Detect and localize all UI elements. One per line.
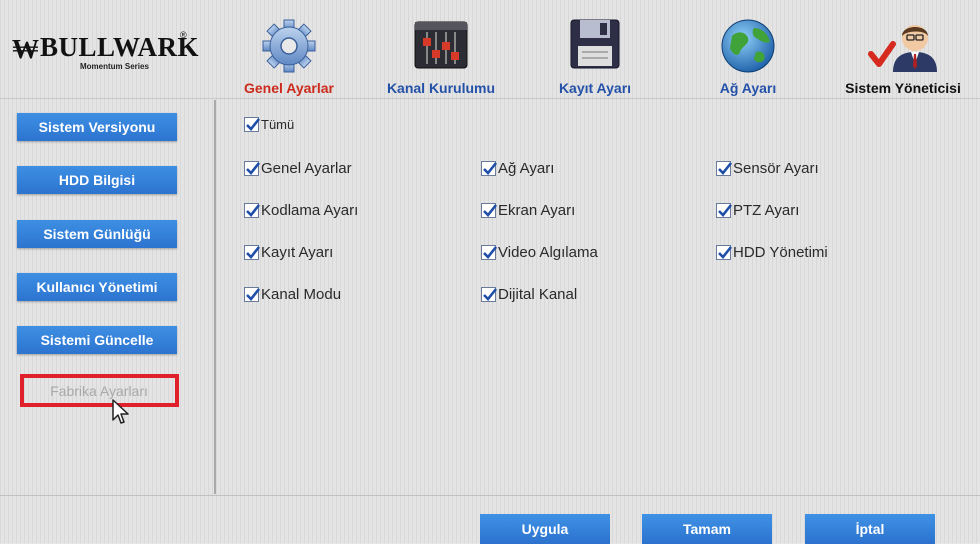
admin-user-icon	[863, 14, 943, 74]
checkbox-label: Dijital Kanal	[498, 286, 578, 303]
checkbox-label: PTZ Ayarı	[733, 202, 800, 219]
checkbox-label: Ağ Ayarı	[498, 160, 555, 177]
checkbox-label: Kanal Modu	[261, 286, 342, 303]
checkbox-box[interactable]	[716, 203, 733, 218]
floppy-disk-icon	[567, 16, 623, 74]
checkbox-box[interactable]	[244, 117, 261, 132]
checkbox-label: Kayıt Ayarı	[261, 244, 334, 261]
gear-icon	[259, 14, 319, 74]
tab-label: Sistem Yöneticisi	[845, 80, 961, 96]
checkbox-label: Kodlama Ayarı	[261, 202, 359, 219]
brand-logo: ₩ BULLWARK ® Momentum Series	[10, 28, 199, 78]
footer-divider	[0, 495, 980, 496]
checkbox-box[interactable]	[244, 161, 261, 176]
sidebar-item-kullanici-yonetimi[interactable]: Kullanıcı Yönetimi	[17, 273, 177, 301]
checkbox-kanal-modu[interactable]: Kanal Modu	[244, 286, 341, 303]
checkbox-box[interactable]	[481, 161, 498, 176]
checkbox-label: Video Algılama	[498, 244, 598, 261]
checkbox-box[interactable]	[716, 161, 733, 176]
checkbox-box[interactable]	[481, 245, 498, 260]
screen: ₩ BULLWARK ® Momentum Series Genel Ayarl…	[0, 0, 980, 544]
apply-button[interactable]: Uygula	[480, 514, 610, 544]
tab-kanal-kurulumu[interactable]: Kanal Kurulumu	[378, 14, 504, 96]
checkbox-label: Genel Ayarlar	[261, 160, 352, 177]
tab-label: Genel Ayarlar	[243, 80, 334, 96]
tab-kayit-ayari[interactable]: Kayıt Ayarı	[532, 14, 658, 96]
checkbox-video-algilama[interactable]: Video Algılama	[481, 244, 598, 261]
tab-sistem-yoneticisi[interactable]: Sistem Yöneticisi	[830, 14, 976, 96]
checkbox-dijital-kanal[interactable]: Dijital Kanal	[481, 286, 577, 303]
sliders-icon	[413, 16, 469, 74]
checkbox-label: HDD Yönetimi	[733, 244, 828, 261]
ok-button[interactable]: Tamam	[642, 514, 772, 544]
registered-mark: ®	[180, 30, 187, 40]
tab-ag-ayari[interactable]: Ağ Ayarı	[688, 14, 808, 96]
sidebar-item-hdd-bilgisi[interactable]: HDD Bilgisi	[17, 166, 177, 194]
tab-label: Ağ Ayarı	[719, 80, 777, 96]
checkbox-ekran-ayari[interactable]: Ekran Ayarı	[481, 202, 575, 219]
checkbox-ag-ayari[interactable]: Ağ Ayarı	[481, 160, 554, 177]
tab-label: Kanal Kurulumu	[386, 80, 496, 96]
header-divider	[0, 98, 980, 99]
selection-highlight-box	[20, 374, 179, 407]
checkbox-sensor-ayari[interactable]: Sensör Ayarı	[716, 160, 819, 177]
checkbox-box[interactable]	[716, 245, 733, 260]
checkbox-box[interactable]	[481, 287, 498, 302]
brand-name: BULLWARK	[40, 32, 200, 62]
brand-subtitle: Momentum Series	[80, 62, 149, 71]
checkbox-label: Tümü	[261, 117, 295, 132]
tab-label: Kayıt Ayarı	[558, 80, 632, 96]
checkbox-box[interactable]	[244, 245, 261, 260]
checkbox-box[interactable]	[481, 203, 498, 218]
checkbox-label: Sensör Ayarı	[733, 160, 819, 177]
sidebar-item-sistem-versiyonu[interactable]: Sistem Versiyonu	[17, 113, 177, 141]
checkbox-box[interactable]	[244, 287, 261, 302]
checkbox-tumu[interactable]: Tümü	[244, 117, 294, 132]
header: ₩ BULLWARK ® Momentum Series Genel Ayarl…	[0, 0, 980, 100]
checkbox-genel-ayarlar[interactable]: Genel Ayarlar	[244, 160, 352, 177]
cancel-button[interactable]: İptal	[805, 514, 935, 544]
checkbox-hdd-yonetimi[interactable]: HDD Yönetimi	[716, 244, 828, 261]
mouse-cursor-icon	[111, 398, 131, 431]
checkbox-label: Ekran Ayarı	[498, 202, 576, 219]
checkbox-box[interactable]	[244, 203, 261, 218]
sidebar-item-sistem-gunlugu[interactable]: Sistem Günlüğü	[17, 220, 177, 248]
checkbox-kayit-ayari[interactable]: Kayıt Ayarı	[244, 244, 333, 261]
globe-icon	[718, 14, 778, 74]
checkbox-ptz-ayari[interactable]: PTZ Ayarı	[716, 202, 799, 219]
checkbox-kodlama-ayari[interactable]: Kodlama Ayarı	[244, 202, 358, 219]
brand-mark: ₩	[12, 34, 39, 64]
sidebar-divider	[214, 100, 216, 494]
tab-genel-ayarlar[interactable]: Genel Ayarlar	[226, 14, 352, 96]
sidebar-item-sistemi-guncelle[interactable]: Sistemi Güncelle	[17, 326, 177, 354]
